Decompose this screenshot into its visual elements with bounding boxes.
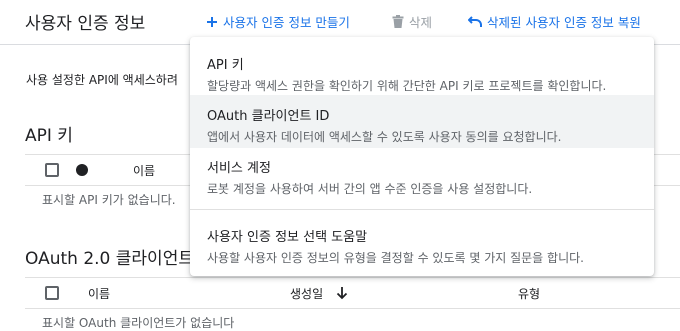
menu-item-desc: 할당량과 액세스 권한을 확인하기 위해 간단한 API 키로 프로젝트를 확인… — [207, 79, 607, 93]
oauth-col-type[interactable]: 유형 — [518, 285, 540, 302]
oauth-col-created[interactable]: 생성일 — [290, 285, 323, 302]
menu-item-api-key[interactable]: API 키 할당량과 액세스 권한을 확인하기 위해 간단한 API 키로 프로… — [190, 37, 654, 95]
oauth-table-header: 이름 생성일 유형 — [25, 277, 680, 309]
menu-item-title: API 키 — [207, 58, 244, 73]
api-keys-empty: 표시할 API 키가 없습니다. — [42, 193, 176, 207]
menu-item-title: 서비스 계정 — [207, 161, 271, 176]
oauth-empty: 표시할 OAuth 클라이언트가 없습니다 — [42, 316, 235, 330]
menu-item-desc: 로봇 계정을 사용하여 서버 간의 앱 수준 인증을 사용 설정합니다. — [207, 182, 533, 196]
create-credentials-label: 사용자 인증 정보 만들기 — [223, 15, 350, 30]
menu-item-service-account[interactable]: 서비스 계정 로봇 계정을 사용하여 서버 간의 앱 수준 인증을 사용 설정합… — [190, 148, 654, 200]
oauth-title: OAuth 2.0 클라이언트 — [25, 249, 194, 269]
restore-deleted-label: 삭제된 사용자 인증 정보 복원 — [487, 15, 641, 30]
plus-icon — [207, 16, 217, 27]
trash-icon — [392, 15, 404, 28]
menu-item-title: OAuth 클라이언트 ID — [207, 109, 330, 124]
api-keys-title: API 키 — [25, 126, 73, 146]
create-credentials-menu: API 키 할당량과 액세스 권한을 확인하기 위해 간단한 API 키로 프로… — [190, 37, 654, 276]
section-description: 사용 설정한 API에 액세스하려 — [26, 73, 178, 87]
menu-item-desc: 앱에서 사용자 데이터에 액세스할 수 있도록 사용자 동의를 요청합니다. — [207, 130, 562, 144]
select-all-oauth-checkbox[interactable] — [45, 286, 59, 300]
restore-deleted-button[interactable]: 삭제된 사용자 인증 정보 복원 — [468, 12, 641, 31]
menu-item-oauth-client-id[interactable]: OAuth 클라이언트 ID 앱에서 사용자 데이터에 액세스할 수 있도록 사… — [190, 95, 654, 148]
page-title: 사용자 인증 정보 — [25, 14, 146, 34]
delete-button[interactable]: 삭제 — [392, 12, 432, 31]
oauth-col-name[interactable]: 이름 — [88, 285, 110, 302]
menu-item-help-me-choose[interactable]: 사용자 인증 정보 선택 도움말 사용할 사용자 인증 정보의 유형을 결정할 … — [190, 210, 654, 268]
create-credentials-button[interactable]: 사용자 인증 정보 만들기 — [206, 12, 350, 31]
select-all-api-keys-checkbox[interactable] — [45, 163, 59, 177]
undo-icon — [468, 15, 482, 27]
arrow-down-icon[interactable] — [336, 286, 348, 300]
menu-item-desc: 사용할 사용자 인증 정보의 유형을 결정할 수 있도록 몇 가지 질문을 합니… — [207, 251, 584, 265]
menu-item-title: 사용자 인증 정보 선택 도움말 — [207, 230, 368, 245]
api-keys-col-name[interactable]: 이름 — [133, 162, 155, 179]
status-icon — [76, 164, 88, 176]
delete-label: 삭제 — [409, 15, 433, 30]
